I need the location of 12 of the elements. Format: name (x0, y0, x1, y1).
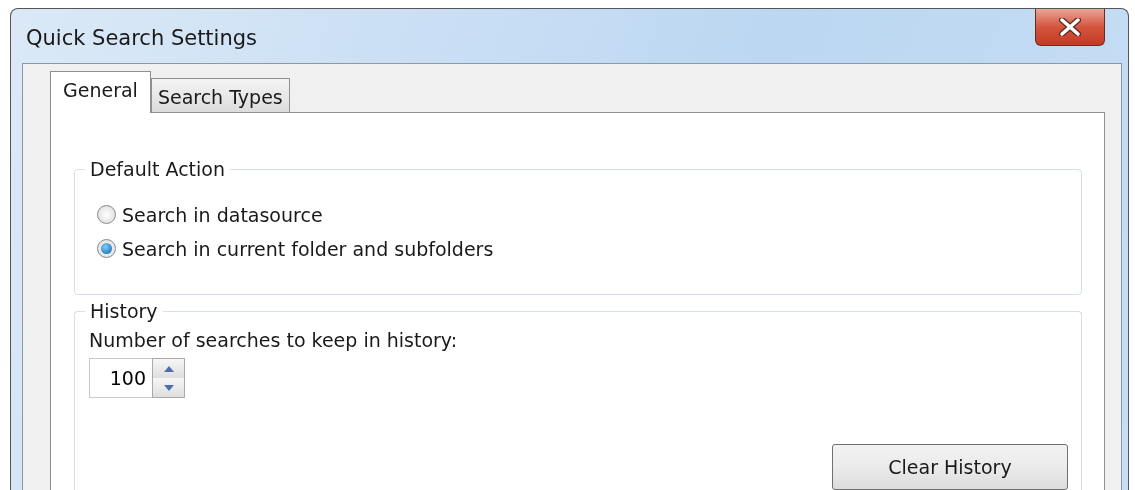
tab[interactable]: General (50, 70, 151, 113)
number-field[interactable]: 100 (89, 358, 152, 398)
field-label: Number of searches to keep in history: (89, 327, 459, 353)
radio-label[interactable]: Search in current folder and subfolders (122, 231, 494, 266)
window-title: Quick Search Settings (25, 25, 257, 52)
radio-button[interactable] (97, 239, 116, 258)
radio-label[interactable]: Search in datasource (122, 197, 323, 232)
close-icon (1059, 18, 1081, 36)
close-button[interactable] (1035, 9, 1105, 46)
clear-history-button[interactable]: Clear History (832, 444, 1068, 490)
radio-button[interactable] (97, 205, 116, 224)
tab[interactable]: Search Types (150, 77, 290, 112)
